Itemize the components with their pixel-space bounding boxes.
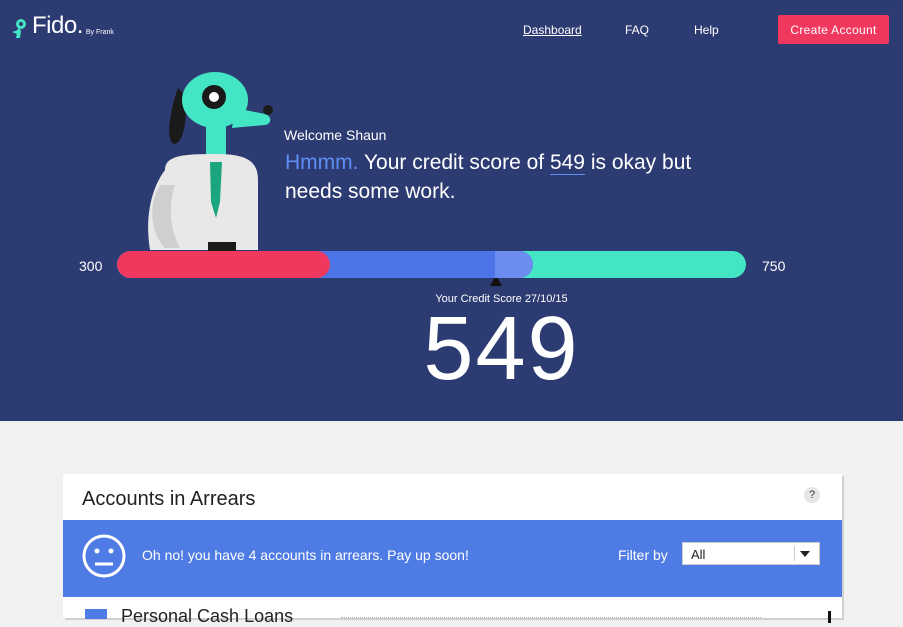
arrears-card: Accounts in Arrears ? Oh no! you have 4 … bbox=[63, 474, 842, 626]
message-lead: Hmmm. bbox=[285, 151, 359, 174]
credit-score-value: 549 bbox=[423, 299, 580, 399]
select-divider bbox=[794, 546, 795, 561]
hero-section: Fido. By Frank Dashboard FAQ Help Create… bbox=[0, 0, 903, 421]
message-score: 549 bbox=[549, 151, 585, 175]
dog-mascot-illustration bbox=[148, 72, 273, 252]
filter-value: All bbox=[691, 547, 706, 562]
message-mid: Your credit score of bbox=[358, 151, 550, 174]
brand-byline: By Frank bbox=[85, 29, 114, 36]
help-icon[interactable]: ? bbox=[804, 487, 820, 503]
chevron-down-icon[interactable] bbox=[800, 551, 810, 557]
list-item[interactable]: Personal Cash Loans bbox=[63, 603, 842, 626]
filter-label: Filter by bbox=[618, 547, 668, 563]
credit-score-bar bbox=[117, 251, 746, 278]
sad-face-icon bbox=[82, 534, 126, 578]
arrears-alert: Oh no! you have 4 accounts in arrears. P… bbox=[63, 520, 842, 597]
logo[interactable]: Fido. By Frank bbox=[12, 12, 114, 40]
arrears-alert-text: Oh no! you have 4 accounts in arrears. P… bbox=[142, 547, 469, 563]
welcome-text: Welcome Shaun bbox=[284, 127, 387, 143]
nav-dashboard[interactable]: Dashboard bbox=[523, 23, 582, 37]
fido-dog-icon bbox=[12, 19, 26, 38]
range-max-label: 750 bbox=[762, 258, 786, 274]
brand-name: Fido. bbox=[32, 12, 83, 39]
nav-help[interactable]: Help bbox=[694, 23, 719, 37]
range-min-label: 300 bbox=[79, 258, 103, 274]
bar-segment-highlight bbox=[495, 251, 533, 278]
row-indicator bbox=[828, 611, 831, 623]
account-type-label: Personal Cash Loans bbox=[121, 606, 294, 626]
nav-faq[interactable]: FAQ bbox=[625, 23, 649, 37]
bar-segment-bad bbox=[117, 251, 330, 278]
arrears-title: Accounts in Arrears bbox=[82, 488, 256, 510]
filter-select[interactable]: All bbox=[682, 542, 820, 565]
score-message: Hmmm. Your credit score of 549 is okay b… bbox=[285, 148, 745, 206]
create-account-button[interactable]: Create Account bbox=[778, 15, 889, 44]
